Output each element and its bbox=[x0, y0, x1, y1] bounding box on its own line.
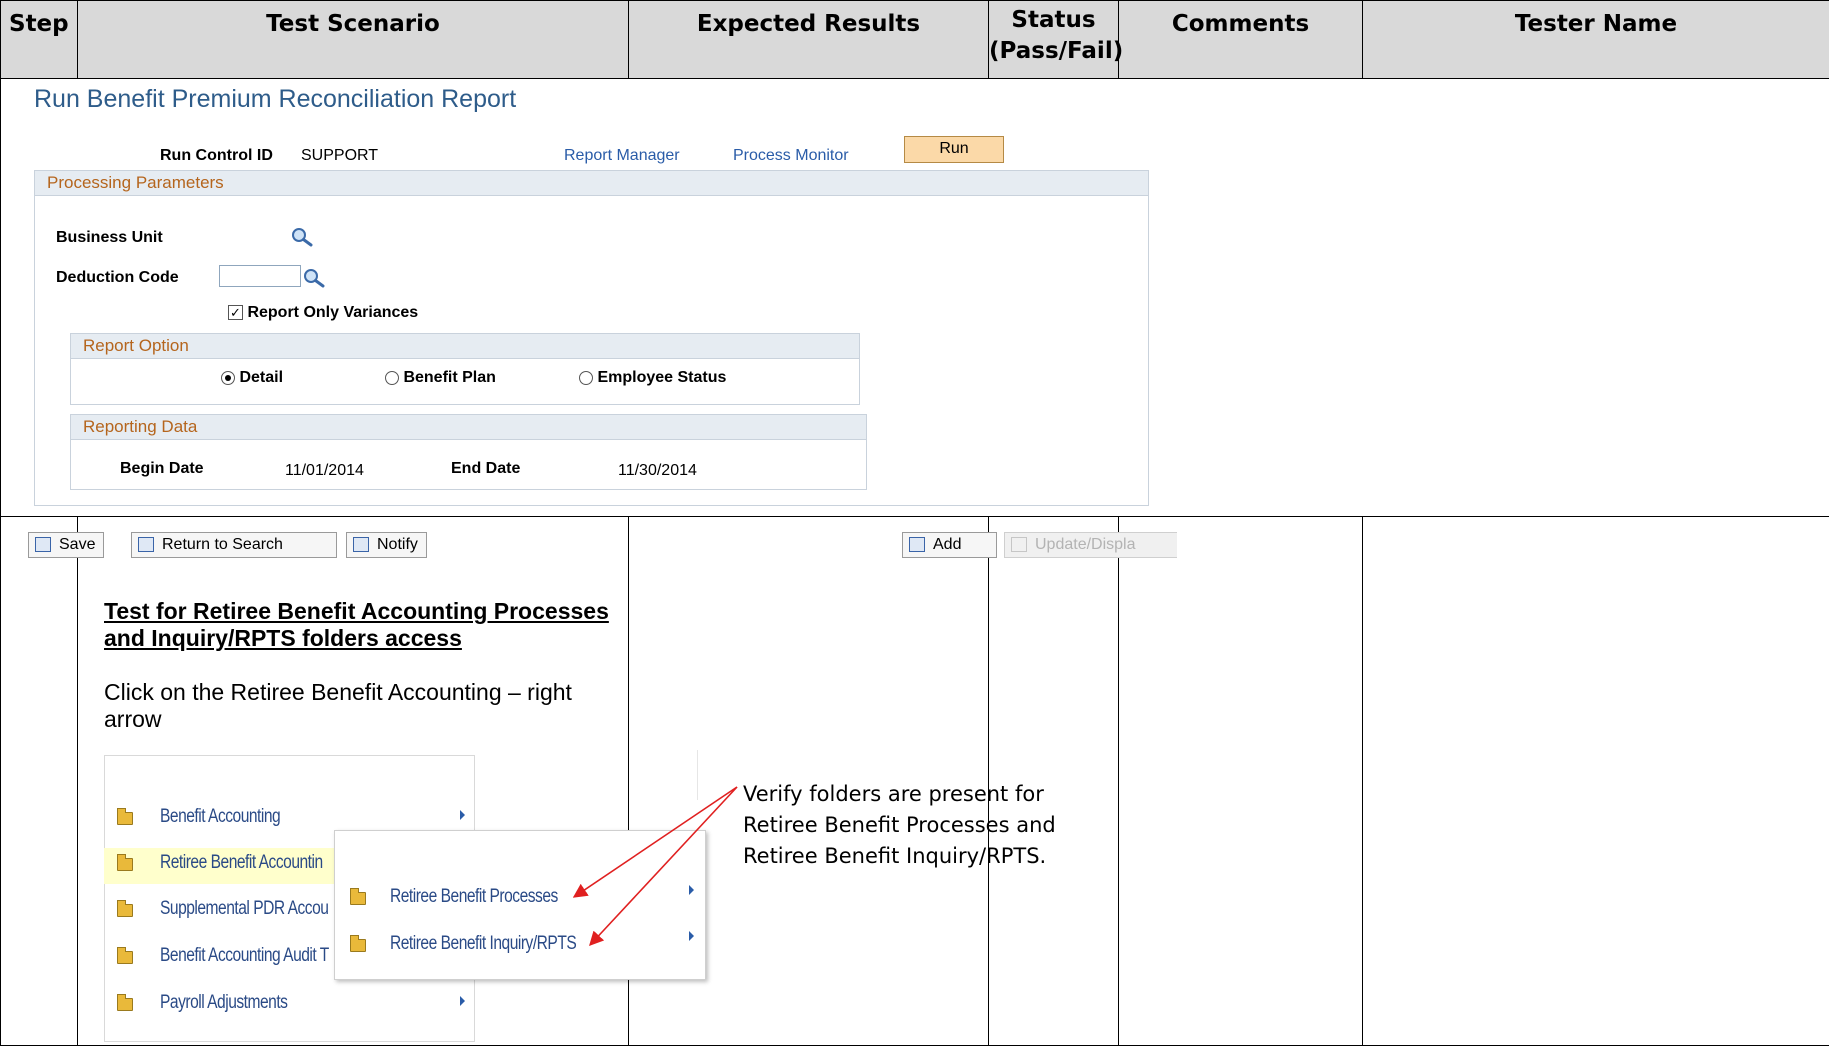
arrow-to-inquiry bbox=[590, 787, 737, 945]
arrow-to-processes bbox=[574, 787, 737, 897]
annotation-arrows bbox=[0, 0, 1829, 1044]
